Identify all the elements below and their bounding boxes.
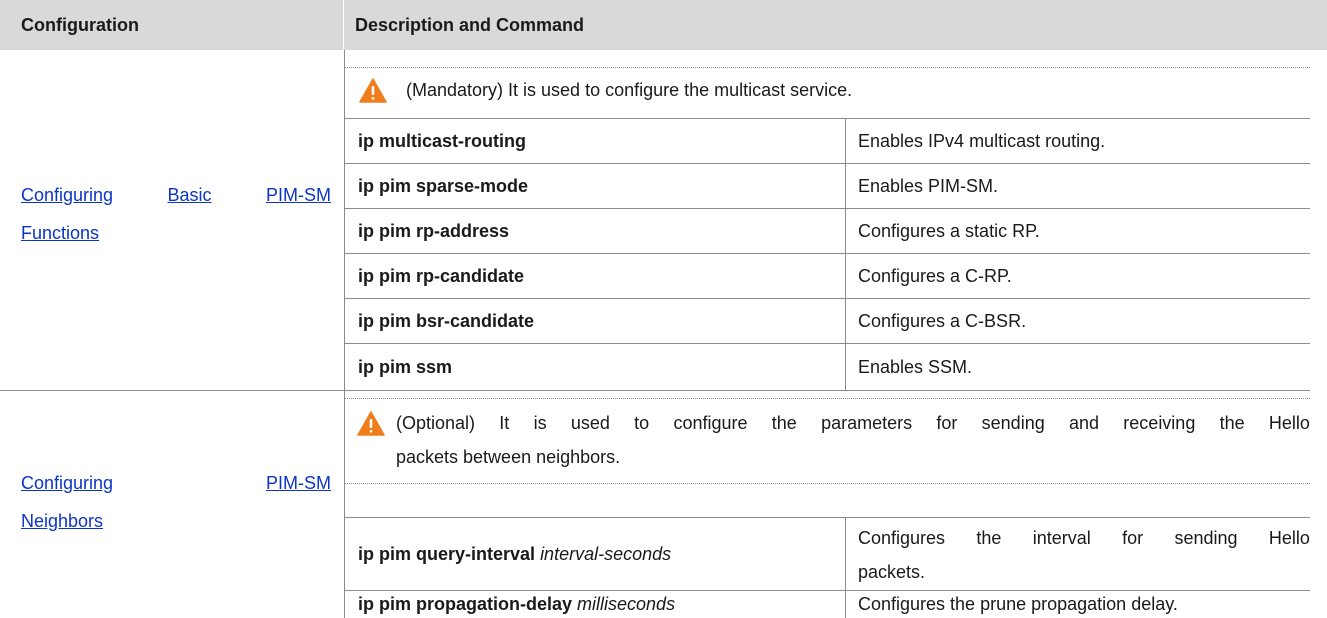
- command-argument: milliseconds: [577, 594, 676, 614]
- command-cell: ip pim propagation-delay milliseconds: [345, 591, 845, 618]
- command-argument: interval-seconds: [540, 543, 672, 564]
- description-text: Configures a static RP.: [858, 220, 1040, 241]
- mandatory-note: (Mandatory) It is used to configure the …: [359, 78, 852, 103]
- description-cell: Configures a static RP.: [846, 209, 1310, 253]
- description-cell: Enables PIM-SM.: [846, 164, 1310, 208]
- note-text-block: (Optional) It is used to configure the p…: [396, 406, 1310, 474]
- command-text: ip pim query-interval interval-seconds: [358, 544, 671, 565]
- note-dotted-border: [344, 483, 1310, 484]
- column-header-description-label: Description and Command: [355, 14, 585, 35]
- link-word: Configuring: [21, 473, 114, 493]
- note-word: the: [1219, 413, 1245, 433]
- note-text: (Mandatory) It is used to configure the …: [406, 80, 853, 100]
- note-dotted-border: [344, 398, 1310, 399]
- command-cell: ip multicast-routing: [345, 119, 845, 163]
- command-cell: ip pim ssm: [345, 344, 845, 390]
- description-word: Configures: [858, 528, 946, 548]
- command-text: ip pim ssm: [358, 356, 453, 377]
- note-word: to: [634, 413, 650, 433]
- description-cell: Configures the prune propagation delay.: [846, 591, 1310, 618]
- link-line-2: Functions: [21, 223, 100, 243]
- note-word: and: [1068, 413, 1100, 433]
- description-text: Configures the prune propagation delay.: [858, 594, 1178, 614]
- note-word: sending: [981, 413, 1045, 433]
- description-word: for: [1122, 528, 1144, 548]
- command-keyword: ip pim propagation-delay: [358, 594, 573, 614]
- note-word: is: [533, 413, 547, 433]
- link-line-2: Neighbors: [21, 511, 104, 531]
- command-cell: ip pim rp-candidate: [345, 254, 845, 298]
- link-line-1: Configuring Basic PIM-SM: [21, 176, 331, 214]
- column-header-description: Description and Command: [344, 0, 1327, 50]
- link-word: PIM-SM: [265, 185, 331, 205]
- link-word: PIM-SM: [266, 473, 331, 493]
- description-text: Configures a C-BSR.: [858, 310, 1027, 331]
- description-text: Enables SSM.: [858, 356, 973, 377]
- description-word: Hello: [1268, 528, 1310, 548]
- description-cell: Configures a C-BSR.: [846, 299, 1310, 343]
- note-word: (Optional): [396, 413, 476, 433]
- description-word: the: [976, 528, 1002, 548]
- description-line-2: packets.: [858, 562, 926, 582]
- link-configuring-pim-sm-neighbors[interactable]: Configuring PIM-SM Neighbors: [21, 464, 331, 540]
- description-line-1: Configures the interval for sending Hell…: [858, 521, 1310, 555]
- warning-triangle-icon: [359, 78, 387, 103]
- command-cell: ip pim sparse-mode: [345, 164, 845, 208]
- note-word: It: [499, 413, 510, 433]
- note-word: for: [936, 413, 958, 433]
- column-header-configuration: Configuration: [0, 0, 344, 50]
- command-cell: ip pim bsr-candidate: [345, 299, 845, 343]
- command-text: ip pim propagation-delay milliseconds: [358, 594, 675, 615]
- note-word: configure: [673, 413, 748, 433]
- note-word: receiving: [1123, 413, 1196, 433]
- note-dotted-border: [344, 67, 1310, 68]
- note-line-1: (Optional) It is used to configure the p…: [396, 406, 1310, 440]
- description-text: Configures a C-RP.: [858, 265, 1012, 286]
- command-cell: ip pim query-interval interval-seconds: [345, 518, 845, 590]
- command-text: ip pim sparse-mode: [358, 175, 529, 196]
- column-header-configuration-label: Configuration: [21, 14, 139, 35]
- description-cell: Configures a C-RP.: [846, 254, 1310, 298]
- note-line-2: packets between neighbors.: [396, 447, 621, 467]
- description-cell: Enables SSM.: [846, 344, 1310, 390]
- description-cell: Configures the interval for sending Hell…: [846, 518, 1310, 590]
- command-text: ip pim rp-candidate: [358, 265, 525, 286]
- note-word: the: [771, 413, 797, 433]
- description-word: sending: [1174, 528, 1238, 548]
- command-text: ip pim rp-address: [358, 220, 510, 241]
- note-word: used: [570, 413, 610, 433]
- description-text: Enables PIM-SM.: [858, 175, 999, 196]
- link-line-1: Configuring PIM-SM: [21, 464, 331, 502]
- link-word: Basic: [167, 185, 212, 205]
- command-text: ip multicast-routing: [358, 130, 526, 151]
- link-word: Configuring: [21, 185, 114, 205]
- section-divider: [0, 390, 1310, 391]
- command-text: ip pim bsr-candidate: [358, 310, 535, 331]
- optional-note: (Optional) It is used to configure the p…: [357, 411, 1310, 474]
- command-cell: ip pim rp-address: [345, 209, 845, 253]
- description-text: Enables IPv4 multicast routing.: [858, 130, 1106, 151]
- warning-triangle-icon: [357, 411, 385, 436]
- note-word: Hello: [1268, 413, 1310, 433]
- description-word: interval: [1032, 528, 1091, 548]
- description-cell: Enables IPv4 multicast routing.: [846, 119, 1310, 163]
- link-configuring-basic-pim-sm-functions[interactable]: Configuring Basic PIM-SM Functions: [21, 176, 331, 252]
- command-keyword: ip pim query-interval: [358, 543, 536, 564]
- note-word: parameters: [821, 413, 913, 433]
